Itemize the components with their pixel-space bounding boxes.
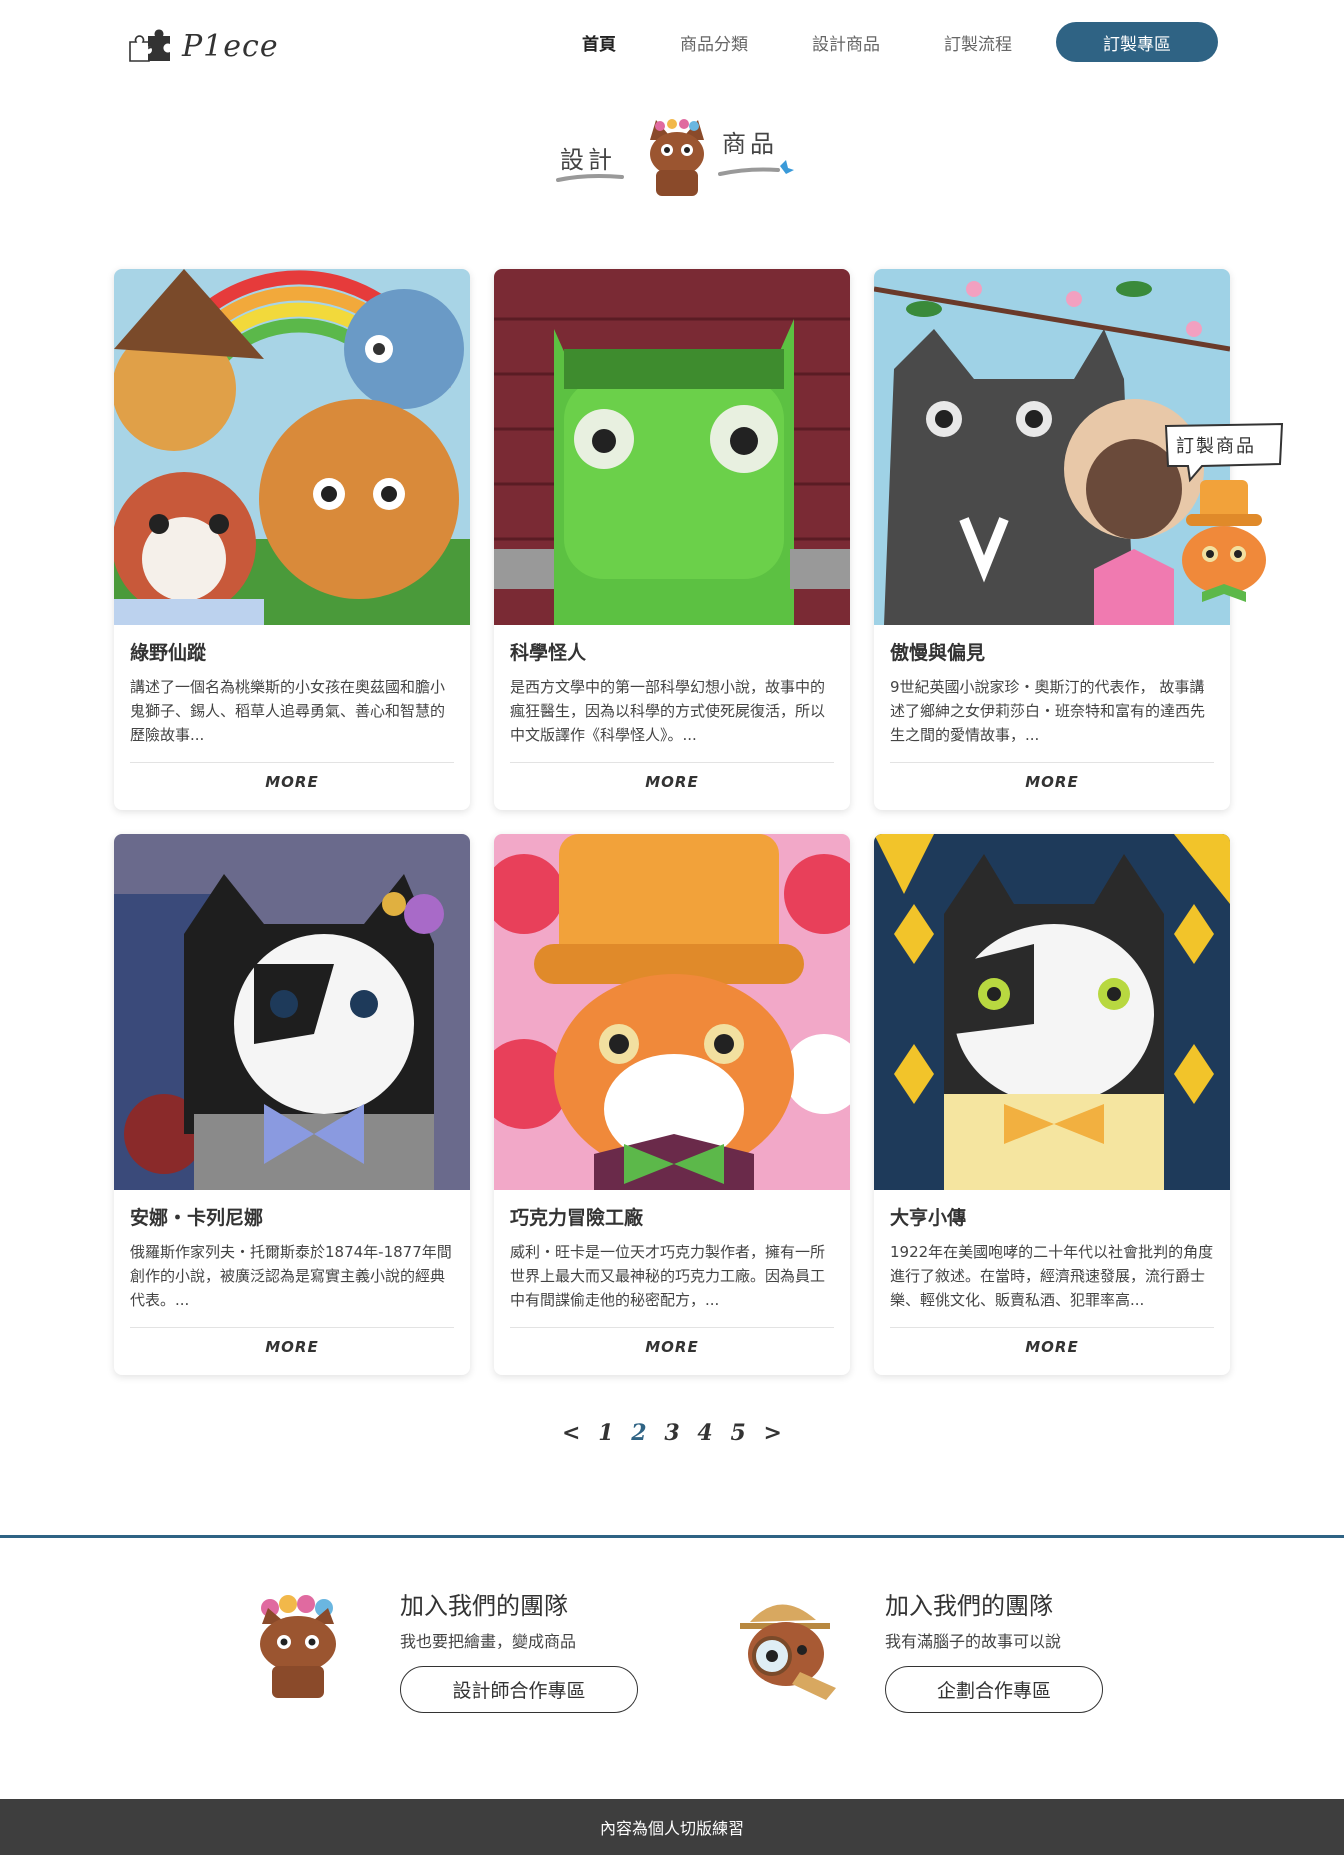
next-page-button[interactable]: > bbox=[764, 1420, 782, 1446]
brush-stroke-right bbox=[718, 160, 794, 176]
team-title: 加入我們的團隊 bbox=[400, 1592, 568, 1620]
team-title: 加入我們的團隊 bbox=[885, 1592, 1053, 1620]
card-title: 巧克力冒險工廠 bbox=[510, 1207, 644, 1229]
product-image[interactable] bbox=[874, 834, 1230, 1190]
logo[interactable]: P1ece bbox=[128, 24, 279, 68]
page-5[interactable]: 5 bbox=[730, 1420, 745, 1446]
designer-partner-button[interactable]: 設計師合作專區 bbox=[400, 1666, 638, 1713]
more-link[interactable]: MORE bbox=[510, 773, 834, 791]
callout-text: 訂製商品 bbox=[1176, 436, 1256, 457]
card-title: 傲慢與偏見 bbox=[890, 642, 986, 664]
planner-partner-button[interactable]: 企劃合作專區 bbox=[885, 1666, 1103, 1713]
product-card[interactable]: 巧克力冒險工廠 威利・旺卡是一位天才巧克力製作者，擁有一所世界上最大而又最神秘的… bbox=[494, 834, 850, 1375]
team-planner: 加入我們的團隊 我有滿腦子的故事可以說 企劃合作專區 bbox=[885, 1590, 1125, 1713]
page-3[interactable]: 3 bbox=[664, 1420, 679, 1446]
more-link[interactable]: MORE bbox=[510, 1338, 834, 1356]
card-divider bbox=[510, 1327, 834, 1328]
more-link[interactable]: MORE bbox=[890, 1338, 1214, 1356]
site-header: P1ece 首頁 商品分類 設計商品 訂製流程 訂製專區 bbox=[0, 0, 1344, 90]
card-description: 講述了一個名為桃樂斯的小女孩在奧茲國和膽小鬼獅子、錫人、稻草人追尋勇氣、善心和智… bbox=[130, 678, 446, 744]
logo-text: P1ece bbox=[182, 28, 279, 64]
section-title-right: 商品 bbox=[722, 130, 778, 158]
nav-categories[interactable]: 商品分類 bbox=[680, 30, 748, 55]
section-title: 設計 商品 bbox=[556, 110, 796, 200]
page-2-current[interactable]: 2 bbox=[631, 1420, 646, 1446]
brush-stroke-left bbox=[556, 174, 624, 182]
main-nav: 首頁 商品分類 設計商品 訂製流程 訂製專區 bbox=[582, 22, 1218, 62]
card-description: 9世紀英國小說家珍・奧斯汀的代表作， 故事講述了鄉紳之女伊莉莎白・班奈特和富有的… bbox=[890, 678, 1206, 744]
nav-design-products[interactable]: 設計商品 bbox=[812, 30, 880, 55]
custom-zone-button[interactable]: 訂製專區 bbox=[1056, 22, 1218, 62]
card-description: 威利・旺卡是一位天才巧克力製作者，擁有一所世界上最大而又最神秘的巧克力工廠。因為… bbox=[510, 1243, 826, 1309]
product-card[interactable]: 大亨小傳 1922年在美國咆哮的二十年代以社會批判的角度進行了敘述。在當時，經濟… bbox=[874, 834, 1230, 1375]
more-link[interactable]: MORE bbox=[890, 773, 1214, 791]
nav-custom-process[interactable]: 訂製流程 bbox=[944, 30, 1012, 55]
detective-cat-icon bbox=[740, 1604, 836, 1700]
nav-home[interactable]: 首頁 bbox=[582, 30, 616, 55]
card-description: 1922年在美國咆哮的二十年代以社會批判的角度進行了敘述。在當時，經濟飛速發展，… bbox=[890, 1243, 1214, 1309]
card-divider bbox=[890, 1327, 1214, 1328]
product-image[interactable] bbox=[494, 269, 850, 625]
prev-page-button[interactable]: < bbox=[562, 1420, 580, 1446]
card-divider bbox=[130, 1327, 454, 1328]
card-divider bbox=[510, 762, 834, 763]
card-divider bbox=[130, 762, 454, 763]
site-footer: 內容為個人切版練習 bbox=[0, 1799, 1344, 1855]
product-image[interactable] bbox=[114, 269, 470, 625]
footer-text: 內容為個人切版練習 bbox=[599, 1819, 744, 1838]
cat-mascot-icon bbox=[650, 119, 704, 196]
more-link[interactable]: MORE bbox=[130, 773, 454, 791]
card-title: 科學怪人 bbox=[510, 642, 587, 664]
card-description: 是西方文學中的第一部科學幻想小說，故事中的瘋狂醫生，因為以科學的方式使死屍復活，… bbox=[510, 678, 826, 744]
product-card[interactable]: 科學怪人 是西方文學中的第一部科學幻想小說，故事中的瘋狂醫生，因為以科學的方式使… bbox=[494, 269, 850, 810]
card-divider bbox=[890, 762, 1214, 763]
card-title: 綠野仙蹤 bbox=[130, 642, 207, 664]
section-title-left: 設計 bbox=[560, 146, 616, 174]
designer-cat-icon bbox=[260, 1595, 336, 1698]
card-description: 俄羅斯作家列夫・托爾斯泰於1874年-1877年間創作的小說，被廣泛認為是寫實主… bbox=[130, 1243, 452, 1309]
team-divider bbox=[0, 1535, 1344, 1538]
product-image[interactable] bbox=[494, 834, 850, 1190]
team-designer: 加入我們的團隊 我也要把繪畫，變成商品 設計師合作專區 bbox=[400, 1590, 640, 1713]
product-card[interactable]: 安娜・卡列尼娜 俄羅斯作家列夫・托爾斯泰於1874年-1877年間創作的小說，被… bbox=[114, 834, 470, 1375]
puzzle-logo-icon bbox=[129, 29, 170, 62]
more-link[interactable]: MORE bbox=[130, 1338, 454, 1356]
team-subtitle: 我有滿腦子的故事可以說 bbox=[885, 1632, 1062, 1651]
card-title: 大亨小傳 bbox=[890, 1207, 967, 1229]
product-card[interactable]: 綠野仙蹤 講述了一個名為桃樂斯的小女孩在奧茲國和膽小鬼獅子、錫人、稻草人追尋勇氣… bbox=[114, 269, 470, 810]
pagination: < 1 2 3 4 5 > bbox=[562, 1418, 782, 1448]
card-title: 安娜・卡列尼娜 bbox=[130, 1207, 264, 1229]
product-image[interactable] bbox=[114, 834, 470, 1190]
cat-mascot-icon bbox=[1182, 480, 1266, 602]
custom-product-callout[interactable]: 訂製商品 bbox=[1162, 422, 1286, 612]
team-subtitle: 我也要把繪畫，變成商品 bbox=[400, 1632, 577, 1651]
page-1[interactable]: 1 bbox=[598, 1420, 613, 1446]
page-4[interactable]: 4 bbox=[697, 1420, 712, 1446]
